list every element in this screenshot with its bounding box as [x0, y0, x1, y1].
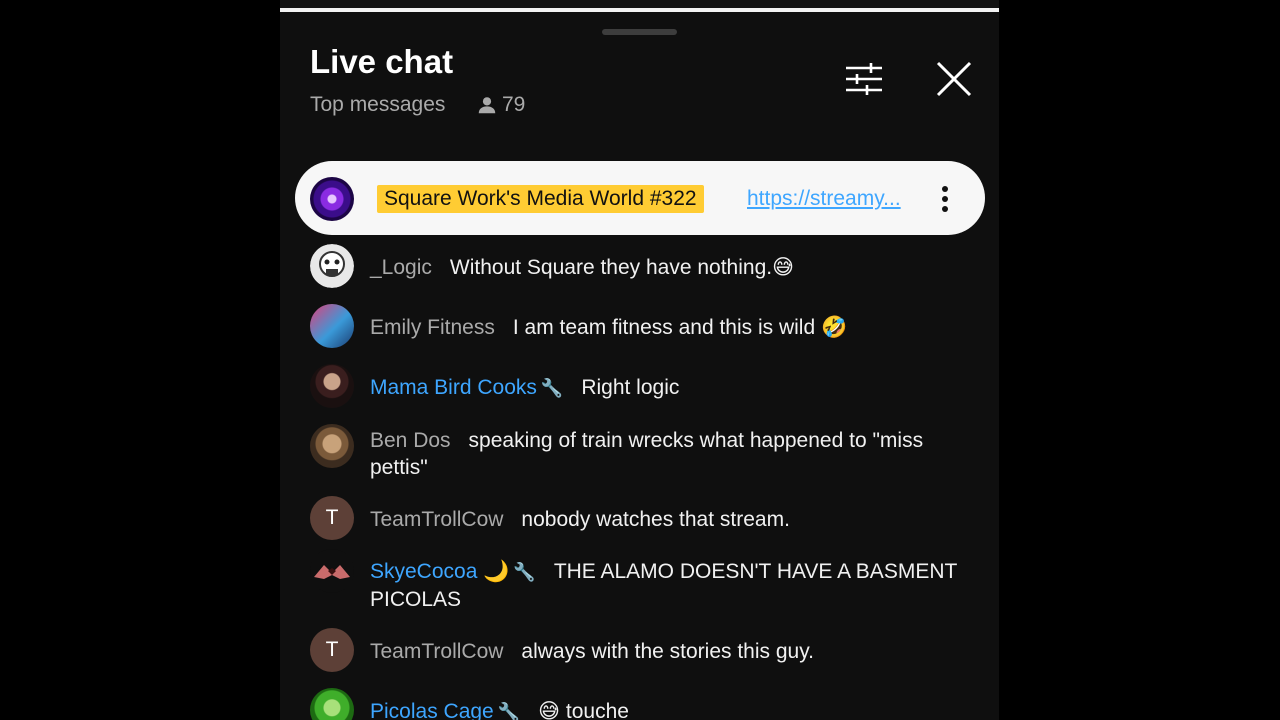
author-name[interactable]: Mama Bird Cooks 🔧: [370, 376, 563, 399]
author-name[interactable]: _Logic: [370, 256, 432, 279]
emoji: 🤣: [821, 316, 848, 339]
pinned-link[interactable]: https://streamy...: [747, 185, 901, 213]
message-text: Right logic: [581, 376, 680, 399]
message-text: speaking of train wrecks what happened t…: [370, 429, 924, 479]
message-text: always with the stories this guy.: [521, 640, 814, 663]
avatar[interactable]: [310, 688, 354, 720]
emoji: 😅: [772, 256, 795, 279]
video-strip: [280, 0, 999, 12]
author-name[interactable]: Picolas Cage 🔧: [370, 700, 520, 720]
chat-mode-selector[interactable]: Top messages: [310, 92, 445, 118]
avatar[interactable]: T: [310, 628, 354, 672]
close-button[interactable]: [931, 56, 977, 102]
chat-title: Live chat: [310, 43, 454, 80]
moderator-wrench-icon: 🔧: [513, 562, 536, 582]
message-text-row: TeamTrollCow always with the stories this…: [370, 638, 980, 665]
filter-button[interactable]: [841, 56, 887, 102]
message-text: touche: [565, 700, 629, 720]
moon-emoji: 🌙: [483, 560, 510, 583]
message-text-row: SkyeCocoa 🌙 🔧 THE ALAMO DOESN'T HAVE A BAS…: [370, 558, 980, 613]
message-text: I am team fitness and this is wild: [512, 316, 816, 339]
message-text: nobody watches that stream.: [521, 508, 790, 531]
message-text: Without Square they have nothing.: [449, 256, 773, 279]
emoji: 😅: [538, 700, 561, 720]
avatar[interactable]: [310, 304, 354, 348]
message-text-row: Mama Bird Cooks 🔧 Right logic: [370, 374, 980, 402]
pinned-message-banner[interactable]: Square Work's Media World #322 https://s…: [295, 161, 985, 235]
viewer-count-value: 79: [502, 93, 526, 116]
author-name[interactable]: SkyeCocoa 🌙 🔧: [370, 560, 536, 583]
person-icon: [478, 97, 496, 114]
author-name[interactable]: Ben Dos: [370, 429, 451, 452]
message-text-row: Picolas Cage 🔧 😅 touche: [370, 698, 980, 720]
author-name[interactable]: Emily Fitness: [370, 316, 495, 339]
message-text-row: TeamTrollCow nobody watches that stream.: [370, 506, 980, 533]
avatar[interactable]: [310, 424, 354, 468]
channel-avatar: [310, 177, 354, 221]
avatar[interactable]: T: [310, 496, 354, 540]
message-text-row: Emily Fitness I am team fitness and this …: [370, 314, 980, 341]
avatar[interactable]: [310, 244, 354, 288]
viewer-count: 79: [476, 92, 525, 118]
message-text-row: _Logic Without Square they have nothing.😅: [370, 254, 980, 281]
moderator-wrench-icon: 🔧: [540, 378, 564, 398]
avatar[interactable]: [310, 549, 354, 593]
more-options-icon[interactable]: [935, 183, 955, 215]
pinned-title: Square Work's Media World #322: [377, 185, 704, 213]
author-name[interactable]: TeamTrollCow: [370, 508, 503, 531]
moderator-wrench-icon: 🔧: [497, 702, 521, 720]
close-icon: [936, 61, 972, 97]
drag-handle[interactable]: [602, 29, 677, 35]
message-text-row: Ben Dos speaking of train wrecks what hap…: [370, 427, 980, 481]
avatar[interactable]: [310, 364, 354, 408]
author-name[interactable]: TeamTrollCow: [370, 640, 503, 663]
live-chat-panel: Live chat Top messages 79 Square Work's …: [280, 0, 999, 720]
sliders-icon: [846, 63, 882, 95]
